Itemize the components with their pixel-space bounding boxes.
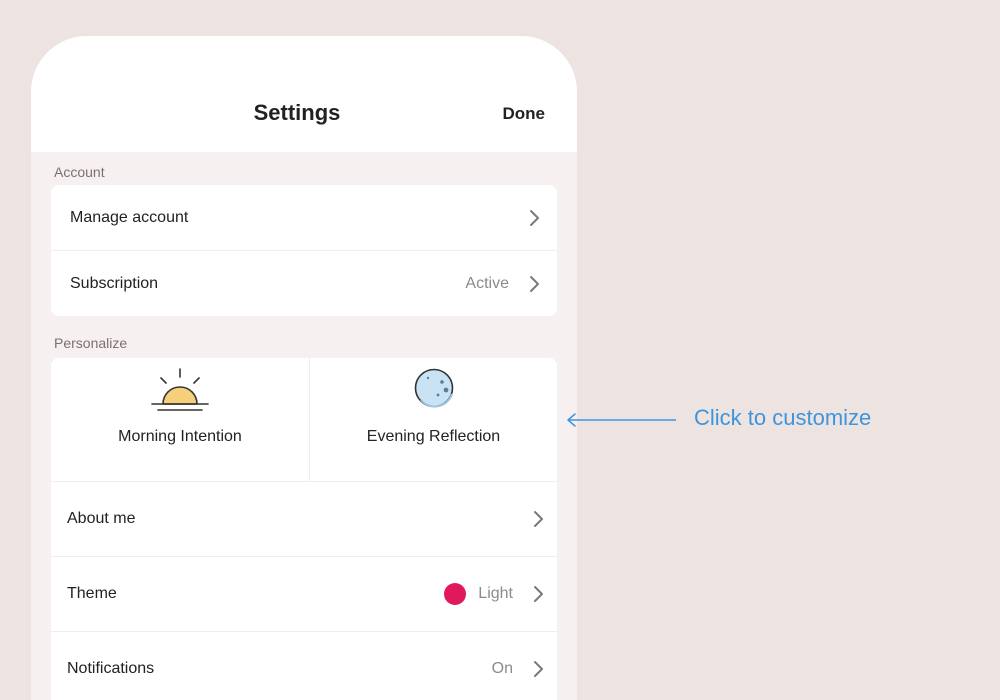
manage-account-label: Manage account	[70, 208, 189, 226]
chevron-right-icon	[530, 275, 539, 292]
theme-value: Light	[478, 585, 513, 602]
done-button[interactable]: Done	[503, 104, 546, 124]
subscription-status: Active	[465, 274, 509, 292]
account-card: Manage account Subscription Active	[51, 185, 557, 316]
annotation-callout: Click to customize	[694, 405, 872, 430]
subscription-row[interactable]: Subscription Active	[51, 251, 557, 316]
notifications-value: On	[491, 660, 513, 677]
notifications-row[interactable]: Notifications On	[51, 632, 557, 700]
theme-row[interactable]: Theme Light	[51, 557, 557, 632]
phone-screen: Settings Done Account Manage account Sub…	[31, 36, 577, 700]
about-me-row[interactable]: About me	[51, 482, 557, 557]
theme-label: Theme	[67, 585, 117, 602]
header: Settings Done	[31, 36, 577, 152]
personalize-tiles: Morning Intention Evening Reflection	[51, 358, 557, 482]
page-title: Settings	[253, 100, 341, 125]
section-label-account: Account	[54, 164, 105, 180]
chevron-right-icon	[534, 586, 543, 602]
about-me-label: About me	[67, 510, 136, 527]
evening-reflection-label: Evening Reflection	[366, 428, 501, 445]
morning-intention-tile[interactable]: Morning Intention	[51, 358, 310, 481]
theme-color-swatch	[444, 583, 467, 605]
section-label-personalize: Personalize	[54, 335, 128, 351]
manage-account-row[interactable]: Manage account	[51, 185, 557, 251]
sunrise-icon	[151, 368, 209, 411]
subscription-label: Subscription	[70, 274, 159, 292]
personalize-card: Morning Intention Evening Reflection Abo…	[51, 358, 557, 700]
morning-intention-label: Morning Intention	[118, 428, 242, 445]
evening-reflection-tile[interactable]: Evening Reflection	[310, 358, 557, 481]
annotation-arrow-icon	[567, 413, 676, 427]
chevron-right-icon	[534, 511, 543, 527]
notifications-label: Notifications	[67, 660, 155, 677]
chevron-right-icon	[530, 209, 539, 226]
chevron-right-icon	[534, 661, 543, 677]
moon-icon	[414, 368, 453, 408]
